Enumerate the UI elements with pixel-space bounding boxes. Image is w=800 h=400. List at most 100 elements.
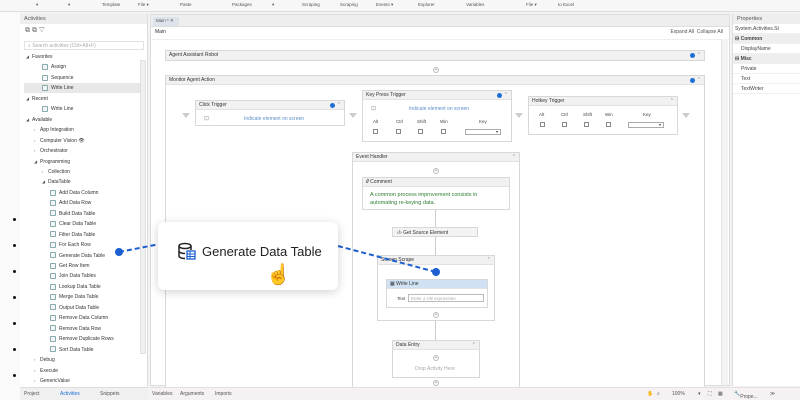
tree-group[interactable]: ◢ Available [24,115,142,125]
ribbon-button[interactable]: Template [102,2,120,7]
collapse-icon[interactable]: ⌃ [504,92,508,98]
tree-group[interactable]: › Execute [24,366,142,376]
zoom-dropdown-icon[interactable]: ▾ [698,391,701,397]
outline-icon[interactable]: ≫ [770,391,775,397]
tree-group[interactable]: › Orchestrator [24,146,142,156]
tree-group[interactable]: ◢ Recent [24,94,142,104]
ctrl-checkbox[interactable] [396,129,401,134]
drop-triangle-icon[interactable] [515,113,523,118]
win-checkbox[interactable] [441,129,446,134]
tree-item[interactable]: Remove Data Column [24,313,142,323]
collapse-icon[interactable]: ⌃ [670,98,674,104]
add-activity-icon[interactable]: + [433,380,439,386]
ribbon-button[interactable]: File ▾ [138,2,149,8]
click-trigger[interactable]: Click Trigger ⌃ ⊡ Indicate element on scr… [195,100,345,126]
collapse-icon[interactable]: ⌃ [512,154,516,160]
add-activity-icon[interactable]: + [433,312,439,318]
ribbon-button[interactable]: ▾ [36,2,38,8]
tree-item[interactable]: Merge Data Table [24,292,142,302]
drop-triangle-icon[interactable] [349,113,357,118]
tree-item[interactable]: Join Data Tables [24,271,142,281]
pan-icon[interactable]: ✋ [647,391,653,397]
category-common[interactable]: ⊟ Common [733,34,800,44]
properties-tab[interactable]: 🔧 Prope... [734,391,758,400]
drop-triangle-icon[interactable] [682,113,690,118]
write-line-activity[interactable]: ▦ Write Line Text Enter a VB expression [386,279,488,308]
collapse-icon[interactable]: ⌃ [697,52,701,58]
tree-item[interactable]: Clear Data Table [24,219,142,229]
vertical-scrollbar[interactable] [721,39,728,385]
add-activity-icon[interactable]: + [433,355,439,361]
tree-group[interactable]: › Debug [24,355,142,365]
data-entry-sequence[interactable]: Data Entry ⌃ + Drop Activity Here [392,340,480,378]
ribbon-button[interactable]: File ▾ [526,2,537,8]
tree-item[interactable]: Get Row Item [24,261,142,271]
ribbon-button[interactable]: Paste [180,2,192,7]
alt-checkbox[interactable] [540,122,545,127]
tree-group[interactable]: › GenericValue [24,376,142,386]
tree-item[interactable]: Sort Data Table [24,345,142,355]
zoom-level[interactable]: 100% [672,391,685,397]
overview-icon[interactable]: ▦ [718,391,723,397]
collapse-all-link[interactable]: Collapse All [697,29,723,35]
tab-snippets[interactable]: Snippets [100,391,119,397]
ribbon-button[interactable]: Scraping [340,2,358,7]
tree-item[interactable]: Lookup Data Table [24,282,142,292]
prop-text[interactable]: Text [733,74,800,84]
tree-item[interactable]: Add Data Column [24,188,142,198]
win-checkbox[interactable] [606,122,611,127]
tree-group[interactable]: ◢ Favorites [24,52,142,62]
tree-item[interactable]: Sequence [24,73,142,83]
prop-private[interactable]: Private [733,64,800,74]
add-activity-icon[interactable]: + [433,168,439,174]
fit-screen-icon[interactable]: ⛶ [708,391,712,397]
arguments-tab[interactable]: Arguments [180,391,204,397]
tree-group[interactable]: ◢ Programming [24,157,142,167]
key-press-trigger[interactable]: Key Press Trigger ⌃ ⊡ Indicate element on… [362,90,512,142]
ribbon-button[interactable]: Events ▾ [376,2,393,8]
ribbon-button[interactable]: Scraping [302,2,320,7]
tree-item[interactable]: For Each Row [24,240,142,250]
ribbon-button[interactable]: Variables [466,2,484,7]
screen-scrape[interactable]: Screen Scrape ⌃ ▦ Write Line Text Enter a… [377,255,495,321]
prop-textwriter[interactable]: TextWriter [733,84,800,94]
indicate-element-link[interactable]: Indicate element on screen [409,106,469,112]
panel-toolbar-icons[interactable]: ⧉ ⧉ ▽ [25,27,45,35]
tree-item[interactable]: Add Data Row [24,198,142,208]
search-activities-input[interactable]: ⌕ Search activities (Ctrl+Alt+F) [24,41,144,50]
shift-checkbox[interactable] [418,129,423,134]
prop-displayname[interactable]: DisplayName [733,44,800,54]
key-dropdown[interactable]: ▾ [465,129,501,135]
ribbon-button[interactable]: Explorer [418,2,435,7]
ctrl-checkbox[interactable] [562,122,567,127]
collapse-icon[interactable]: ⌃ [472,342,476,348]
tree-item[interactable]: Filter Data Table [24,230,142,240]
tree-item[interactable]: Remove Duplicate Rows [24,334,142,344]
key-dropdown[interactable]: ▾ [628,122,664,128]
variables-tab[interactable]: Variables [152,391,172,397]
ribbon-button[interactable]: Packages [232,2,252,7]
hotkey-trigger[interactable]: Hotkey Trigger ⌃ Alt Ctrl Shift Win Key ▾ [528,96,678,135]
text-expression-input[interactable]: Enter a VB expression [408,294,484,302]
indicate-element-link[interactable]: Indicate element on screen [244,116,304,122]
agent-assistant-robot-sequence[interactable]: Agent Assistant Robot ⌃ [165,50,705,61]
ribbon-button[interactable]: ▾ [68,2,70,8]
comment-activity[interactable]: // Comment A common process improvement … [362,177,510,210]
scrollbar[interactable] [140,60,146,354]
tree-group[interactable]: › Computer Vision 👁 [24,136,142,146]
ribbon-button[interactable]: to Excel [558,2,574,7]
category-misc[interactable]: ⊟ Misc [733,54,800,64]
collapse-icon[interactable]: ⌃ [337,102,341,108]
tree-item[interactable]: Build Data Table [24,209,142,219]
tree-item[interactable]: Remove Data Row [24,324,142,334]
shift-checkbox[interactable] [584,122,589,127]
tab-main[interactable]: Main * ✕ [153,17,179,26]
tab-activities[interactable]: Activities [60,391,80,397]
tree-item[interactable]: Output Data Table [24,303,142,313]
search-zoom-icon[interactable]: ⌕ [657,391,660,397]
tree-item[interactable]: Write Line [24,104,142,114]
alt-checkbox[interactable] [373,129,378,134]
get-source-element[interactable]: ‹/› Get Source Element [392,227,478,237]
collapse-icon[interactable]: ⌃ [697,77,701,83]
collapse-icon[interactable]: ⌃ [487,257,491,263]
